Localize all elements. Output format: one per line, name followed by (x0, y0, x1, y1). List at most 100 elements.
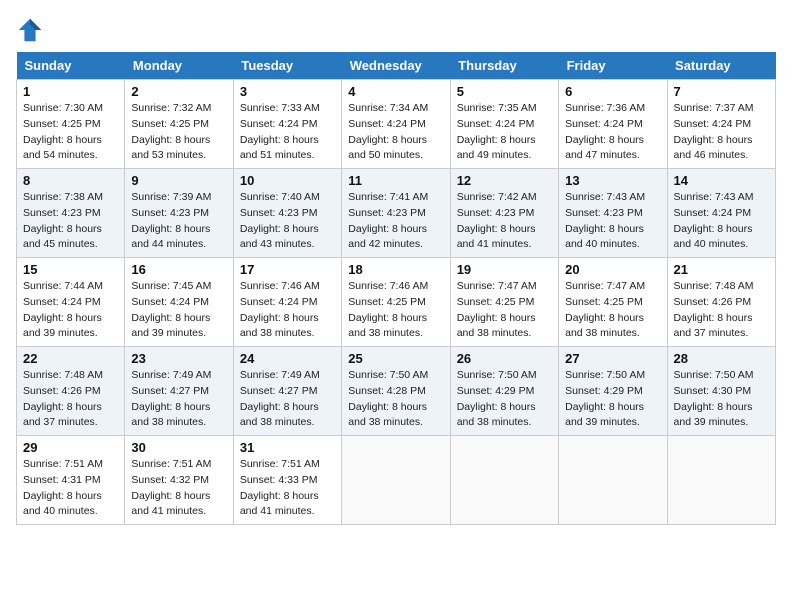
table-row: 17 Sunrise: 7:46 AMSunset: 4:24 PMDaylig… (233, 258, 341, 347)
table-row: 2 Sunrise: 7:32 AMSunset: 4:25 PMDayligh… (125, 80, 233, 169)
day-number: 17 (240, 262, 335, 277)
table-row: 31 Sunrise: 7:51 AMSunset: 4:33 PMDaylig… (233, 436, 341, 525)
day-number: 24 (240, 351, 335, 366)
day-number: 31 (240, 440, 335, 455)
table-row: 4 Sunrise: 7:34 AMSunset: 4:24 PMDayligh… (342, 80, 450, 169)
table-row: 25 Sunrise: 7:50 AMSunset: 4:28 PMDaylig… (342, 347, 450, 436)
table-row: 26 Sunrise: 7:50 AMSunset: 4:29 PMDaylig… (450, 347, 558, 436)
day-number: 11 (348, 173, 443, 188)
table-row: 1 Sunrise: 7:30 AMSunset: 4:25 PMDayligh… (17, 80, 125, 169)
calendar-week-2: 8 Sunrise: 7:38 AMSunset: 4:23 PMDayligh… (17, 169, 776, 258)
calendar-table: SundayMondayTuesdayWednesdayThursdayFrid… (16, 52, 776, 525)
day-info: Sunrise: 7:38 AMSunset: 4:23 PMDaylight:… (23, 190, 118, 253)
table-row (450, 436, 558, 525)
day-info: Sunrise: 7:46 AMSunset: 4:24 PMDaylight:… (240, 279, 335, 342)
day-number: 22 (23, 351, 118, 366)
column-header-saturday: Saturday (667, 52, 775, 80)
day-number: 26 (457, 351, 552, 366)
calendar-week-4: 22 Sunrise: 7:48 AMSunset: 4:26 PMDaylig… (17, 347, 776, 436)
day-info: Sunrise: 7:35 AMSunset: 4:24 PMDaylight:… (457, 101, 552, 164)
day-number: 16 (131, 262, 226, 277)
day-number: 25 (348, 351, 443, 366)
table-row: 20 Sunrise: 7:47 AMSunset: 4:25 PMDaylig… (559, 258, 667, 347)
table-row: 15 Sunrise: 7:44 AMSunset: 4:24 PMDaylig… (17, 258, 125, 347)
day-number: 21 (674, 262, 769, 277)
table-row: 10 Sunrise: 7:40 AMSunset: 4:23 PMDaylig… (233, 169, 341, 258)
day-info: Sunrise: 7:47 AMSunset: 4:25 PMDaylight:… (565, 279, 660, 342)
table-row: 13 Sunrise: 7:43 AMSunset: 4:23 PMDaylig… (559, 169, 667, 258)
table-row: 3 Sunrise: 7:33 AMSunset: 4:24 PMDayligh… (233, 80, 341, 169)
logo (16, 16, 48, 44)
table-row: 19 Sunrise: 7:47 AMSunset: 4:25 PMDaylig… (450, 258, 558, 347)
day-info: Sunrise: 7:48 AMSunset: 4:26 PMDaylight:… (23, 368, 118, 431)
day-info: Sunrise: 7:43 AMSunset: 4:23 PMDaylight:… (565, 190, 660, 253)
day-info: Sunrise: 7:37 AMSunset: 4:24 PMDaylight:… (674, 101, 769, 164)
day-info: Sunrise: 7:51 AMSunset: 4:32 PMDaylight:… (131, 457, 226, 520)
column-header-thursday: Thursday (450, 52, 558, 80)
table-row: 6 Sunrise: 7:36 AMSunset: 4:24 PMDayligh… (559, 80, 667, 169)
day-number: 29 (23, 440, 118, 455)
table-row: 23 Sunrise: 7:49 AMSunset: 4:27 PMDaylig… (125, 347, 233, 436)
table-row (342, 436, 450, 525)
page-header (16, 16, 776, 44)
table-row (667, 436, 775, 525)
day-info: Sunrise: 7:50 AMSunset: 4:28 PMDaylight:… (348, 368, 443, 431)
table-row: 24 Sunrise: 7:49 AMSunset: 4:27 PMDaylig… (233, 347, 341, 436)
day-number: 18 (348, 262, 443, 277)
table-row: 5 Sunrise: 7:35 AMSunset: 4:24 PMDayligh… (450, 80, 558, 169)
table-row: 28 Sunrise: 7:50 AMSunset: 4:30 PMDaylig… (667, 347, 775, 436)
day-info: Sunrise: 7:36 AMSunset: 4:24 PMDaylight:… (565, 101, 660, 164)
column-header-friday: Friday (559, 52, 667, 80)
day-info: Sunrise: 7:48 AMSunset: 4:26 PMDaylight:… (674, 279, 769, 342)
day-info: Sunrise: 7:44 AMSunset: 4:24 PMDaylight:… (23, 279, 118, 342)
table-row: 21 Sunrise: 7:48 AMSunset: 4:26 PMDaylig… (667, 258, 775, 347)
table-row: 27 Sunrise: 7:50 AMSunset: 4:29 PMDaylig… (559, 347, 667, 436)
table-row: 9 Sunrise: 7:39 AMSunset: 4:23 PMDayligh… (125, 169, 233, 258)
calendar-header-row: SundayMondayTuesdayWednesdayThursdayFrid… (17, 52, 776, 80)
day-info: Sunrise: 7:50 AMSunset: 4:30 PMDaylight:… (674, 368, 769, 431)
day-info: Sunrise: 7:51 AMSunset: 4:31 PMDaylight:… (23, 457, 118, 520)
table-row (559, 436, 667, 525)
day-info: Sunrise: 7:46 AMSunset: 4:25 PMDaylight:… (348, 279, 443, 342)
day-info: Sunrise: 7:33 AMSunset: 4:24 PMDaylight:… (240, 101, 335, 164)
day-number: 15 (23, 262, 118, 277)
table-row: 22 Sunrise: 7:48 AMSunset: 4:26 PMDaylig… (17, 347, 125, 436)
day-number: 23 (131, 351, 226, 366)
day-info: Sunrise: 7:41 AMSunset: 4:23 PMDaylight:… (348, 190, 443, 253)
column-header-sunday: Sunday (17, 52, 125, 80)
day-number: 10 (240, 173, 335, 188)
table-row: 18 Sunrise: 7:46 AMSunset: 4:25 PMDaylig… (342, 258, 450, 347)
day-number: 28 (674, 351, 769, 366)
day-number: 20 (565, 262, 660, 277)
day-info: Sunrise: 7:43 AMSunset: 4:24 PMDaylight:… (674, 190, 769, 253)
day-info: Sunrise: 7:51 AMSunset: 4:33 PMDaylight:… (240, 457, 335, 520)
day-number: 3 (240, 84, 335, 99)
day-info: Sunrise: 7:50 AMSunset: 4:29 PMDaylight:… (565, 368, 660, 431)
day-number: 2 (131, 84, 226, 99)
logo-icon (16, 16, 44, 44)
day-info: Sunrise: 7:49 AMSunset: 4:27 PMDaylight:… (240, 368, 335, 431)
day-number: 4 (348, 84, 443, 99)
day-number: 8 (23, 173, 118, 188)
column-header-tuesday: Tuesday (233, 52, 341, 80)
calendar-week-5: 29 Sunrise: 7:51 AMSunset: 4:31 PMDaylig… (17, 436, 776, 525)
day-number: 5 (457, 84, 552, 99)
day-info: Sunrise: 7:50 AMSunset: 4:29 PMDaylight:… (457, 368, 552, 431)
day-info: Sunrise: 7:32 AMSunset: 4:25 PMDaylight:… (131, 101, 226, 164)
table-row: 7 Sunrise: 7:37 AMSunset: 4:24 PMDayligh… (667, 80, 775, 169)
day-number: 6 (565, 84, 660, 99)
day-number: 14 (674, 173, 769, 188)
day-number: 1 (23, 84, 118, 99)
day-info: Sunrise: 7:45 AMSunset: 4:24 PMDaylight:… (131, 279, 226, 342)
day-number: 9 (131, 173, 226, 188)
calendar-week-3: 15 Sunrise: 7:44 AMSunset: 4:24 PMDaylig… (17, 258, 776, 347)
table-row: 16 Sunrise: 7:45 AMSunset: 4:24 PMDaylig… (125, 258, 233, 347)
table-row: 14 Sunrise: 7:43 AMSunset: 4:24 PMDaylig… (667, 169, 775, 258)
column-header-monday: Monday (125, 52, 233, 80)
table-row: 29 Sunrise: 7:51 AMSunset: 4:31 PMDaylig… (17, 436, 125, 525)
day-info: Sunrise: 7:30 AMSunset: 4:25 PMDaylight:… (23, 101, 118, 164)
day-number: 7 (674, 84, 769, 99)
table-row: 30 Sunrise: 7:51 AMSunset: 4:32 PMDaylig… (125, 436, 233, 525)
day-info: Sunrise: 7:39 AMSunset: 4:23 PMDaylight:… (131, 190, 226, 253)
table-row: 12 Sunrise: 7:42 AMSunset: 4:23 PMDaylig… (450, 169, 558, 258)
